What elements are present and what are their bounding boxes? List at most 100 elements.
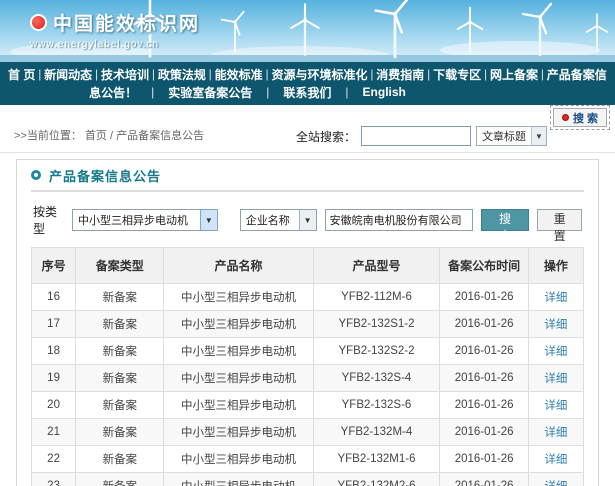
- nav-separator: |: [541, 67, 544, 81]
- nav-item[interactable]: English: [363, 85, 406, 99]
- breadcrumb: >>当前位置： 首页 / 产品备案信息公告: [14, 127, 204, 143]
- record-type: 新备案: [76, 338, 164, 365]
- search-field-select-value: 企业名称: [246, 212, 290, 228]
- nav-item[interactable]: 政策法规: [158, 66, 206, 83]
- record-type: 新备案: [76, 311, 164, 338]
- operation-cell: 详细: [528, 338, 583, 365]
- table-row: 23新备案中小型三相异步电动机YFB2-132M2-62016-01-26详细: [32, 473, 584, 486]
- site-logo: 中国能效标识网 www.energylabel.gov.cn: [30, 9, 200, 50]
- site-search-input[interactable]: [361, 126, 471, 146]
- detail-link[interactable]: 详细: [544, 319, 567, 331]
- row-serial: 16: [32, 284, 76, 311]
- nav-item[interactable]: 消费指南: [376, 66, 424, 83]
- filter-reset-button[interactable]: 重置: [537, 209, 582, 231]
- row-serial: 23: [32, 473, 76, 486]
- site-search: 全站搜索： 文章标题 ▼: [296, 126, 547, 146]
- page-title: 产品备案信息公告: [49, 166, 161, 185]
- product-name: 中小型三相异步电动机: [164, 311, 313, 338]
- nav-separator: |: [95, 67, 98, 81]
- chevron-down-icon: ▼: [531, 127, 546, 145]
- product-model: YFB2-132M2-6: [313, 473, 440, 486]
- detail-link[interactable]: 详细: [544, 400, 567, 412]
- publish-date: 2016-01-26: [440, 338, 528, 365]
- publish-date: 2016-01-26: [440, 392, 528, 419]
- col-product-name: 产品名称: [164, 248, 313, 284]
- site-search-button[interactable]: 搜 索: [553, 108, 607, 127]
- chevron-down-icon: ▼: [200, 210, 217, 230]
- record-type-select-value: 中小型三相异步电动机: [78, 212, 188, 228]
- record-type: 新备案: [76, 284, 164, 311]
- detail-link[interactable]: 详细: [544, 454, 567, 466]
- row-serial: 18: [32, 338, 76, 365]
- red-dot-icon: [562, 114, 569, 121]
- breadcrumb-bar: >>当前位置： 首页 / 产品备案信息公告 全站搜索： 文章标题 ▼ 搜 索: [0, 105, 615, 153]
- nav-item[interactable]: 资源与环境标准化: [271, 66, 367, 83]
- detail-link[interactable]: 详细: [544, 346, 567, 358]
- breadcrumb-current: 产品备案信息公告: [116, 130, 204, 142]
- nav-item[interactable]: 下载专区: [433, 66, 481, 83]
- filter-type-label: 按类型: [33, 203, 64, 237]
- logo-icon: [30, 14, 47, 31]
- nav-item[interactable]: 网上备案: [490, 66, 538, 83]
- product-model: YFB2-112M-6: [313, 284, 440, 311]
- breadcrumb-prefix: >>当前位置：: [14, 130, 82, 142]
- article-title-select[interactable]: 文章标题 ▼: [476, 126, 547, 146]
- row-serial: 22: [32, 446, 76, 473]
- table-row: 21新备案中小型三相异步电动机YFB2-132M-42016-01-26详细: [32, 419, 584, 446]
- product-name: 中小型三相异步电动机: [164, 473, 313, 486]
- nav-item[interactable]: 新闻动态: [44, 66, 92, 83]
- product-name: 中小型三相异步电动机: [164, 392, 313, 419]
- main-nav: 首 页|新闻动态|技术培训|政策法规|能效标准|资源与环境标准化|消费指南|下载…: [0, 62, 615, 105]
- nav-item[interactable]: 产品备案信: [547, 66, 607, 83]
- operation-cell: 详细: [528, 284, 583, 311]
- product-name: 中小型三相异步电动机: [164, 419, 313, 446]
- filter-search-button[interactable]: 搜索: [481, 209, 530, 231]
- company-keyword-input[interactable]: [325, 209, 473, 231]
- search-field-select[interactable]: 企业名称 ▼: [240, 209, 317, 231]
- nav-separator: |: [345, 85, 348, 99]
- record-type-select[interactable]: 中小型三相异步电动机 ▼: [72, 209, 218, 231]
- operation-cell: 详细: [528, 311, 583, 338]
- product-model: YFB2-132M-4: [313, 419, 440, 446]
- col-serial: 序号: [32, 248, 76, 284]
- nav-item[interactable]: 联系我们: [283, 84, 331, 101]
- nav-item[interactable]: 技术培训: [101, 66, 149, 83]
- operation-cell: 详细: [528, 419, 583, 446]
- ring-icon: [31, 170, 41, 180]
- table-row: 22新备案中小型三相异步电动机YFB2-132M1-62016-01-26详细: [32, 446, 584, 473]
- record-type: 新备案: [76, 392, 164, 419]
- site-banner: 中国能效标识网 www.energylabel.gov.cn: [0, 0, 615, 62]
- detail-link[interactable]: 详细: [544, 481, 567, 486]
- table-row: 16新备案中小型三相异步电动机YFB2-112M-62016-01-26详细: [32, 284, 584, 311]
- operation-cell: 详细: [528, 473, 583, 486]
- detail-link[interactable]: 详细: [544, 427, 567, 439]
- table-row: 20新备案中小型三相异步电动机YFB2-132S-62016-01-26详细: [32, 392, 584, 419]
- detail-link[interactable]: 详细: [544, 373, 567, 385]
- article-title-select-value: 文章标题: [482, 128, 526, 144]
- row-serial: 19: [32, 365, 76, 392]
- breadcrumb-separator: /: [110, 130, 113, 142]
- filter-row: 按类型 中小型三相异步电动机 ▼ 企业名称 ▼ 搜索 重置: [31, 192, 584, 247]
- records-body: 16新备案中小型三相异步电动机YFB2-112M-62016-01-26详细17…: [32, 284, 584, 486]
- nav-item[interactable]: 实验室备案公告: [168, 84, 252, 101]
- product-model: YFB2-132S-4: [313, 365, 440, 392]
- main-card: 产品备案信息公告 按类型 中小型三相异步电动机 ▼ 企业名称 ▼ 搜索 重置 序…: [16, 159, 599, 486]
- col-operation: 操作: [528, 248, 583, 284]
- publish-date: 2016-01-26: [440, 419, 528, 446]
- nav-separator: |: [209, 67, 212, 81]
- nav-separator: |: [151, 85, 154, 99]
- breadcrumb-home-link[interactable]: 首页: [85, 130, 107, 142]
- detail-link[interactable]: 详细: [544, 292, 567, 304]
- record-type: 新备案: [76, 473, 164, 486]
- product-model: YFB2-132S2-2: [313, 338, 440, 365]
- table-row: 17新备案中小型三相异步电动机YFB2-132S1-22016-01-26详细: [32, 311, 584, 338]
- operation-cell: 详细: [528, 446, 583, 473]
- nav-item[interactable]: 首 页: [8, 66, 35, 83]
- table-row: 18新备案中小型三相异步电动机YFB2-132S2-22016-01-26详细: [32, 338, 584, 365]
- section-header: 产品备案信息公告: [31, 160, 584, 192]
- nav-separator: |: [370, 67, 373, 81]
- nav-item[interactable]: 能效标准: [215, 66, 263, 83]
- table-header-row: 序号 备案类型 产品名称 产品型号 备案公布时间 操作: [32, 248, 584, 284]
- nav-item[interactable]: 息公告！: [89, 84, 137, 101]
- publish-date: 2016-01-26: [440, 446, 528, 473]
